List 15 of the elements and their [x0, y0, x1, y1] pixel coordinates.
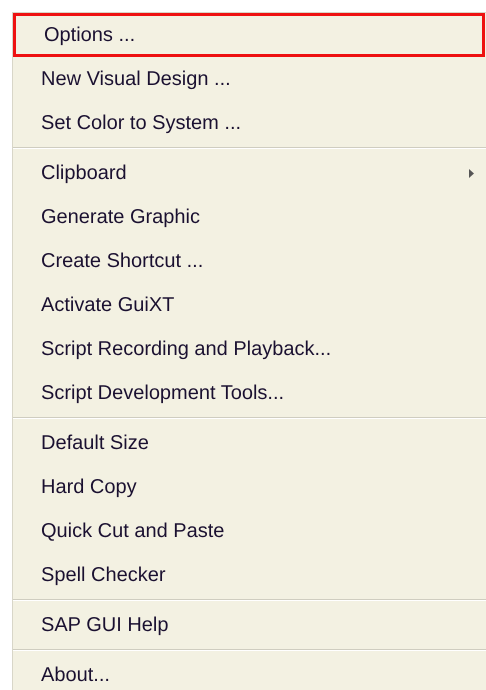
menu-item[interactable]: Set Color to System ... [13, 101, 486, 145]
menu-item[interactable]: Script Development Tools... [13, 371, 486, 415]
menu-item[interactable]: Activate GuiXT [13, 283, 486, 327]
menu-item[interactable]: About... [13, 653, 486, 690]
menu-item[interactable]: Spell Checker [13, 553, 486, 597]
menu-item[interactable]: New Visual Design ... [13, 57, 486, 101]
menu-item[interactable]: Default Size [13, 421, 486, 465]
menu-item[interactable]: Generate Graphic [13, 195, 486, 239]
menu-item[interactable]: Options ... [13, 13, 485, 57]
menu-item[interactable]: Create Shortcut ... [13, 239, 486, 283]
menu-item[interactable]: Clipboard [13, 151, 486, 195]
menu-item[interactable]: Hard Copy [13, 465, 486, 509]
menu-item[interactable]: Quick Cut and Paste [13, 509, 486, 553]
menu-item[interactable]: Script Recording and Playback... [13, 327, 486, 371]
menu-item[interactable]: SAP GUI Help [13, 603, 486, 647]
